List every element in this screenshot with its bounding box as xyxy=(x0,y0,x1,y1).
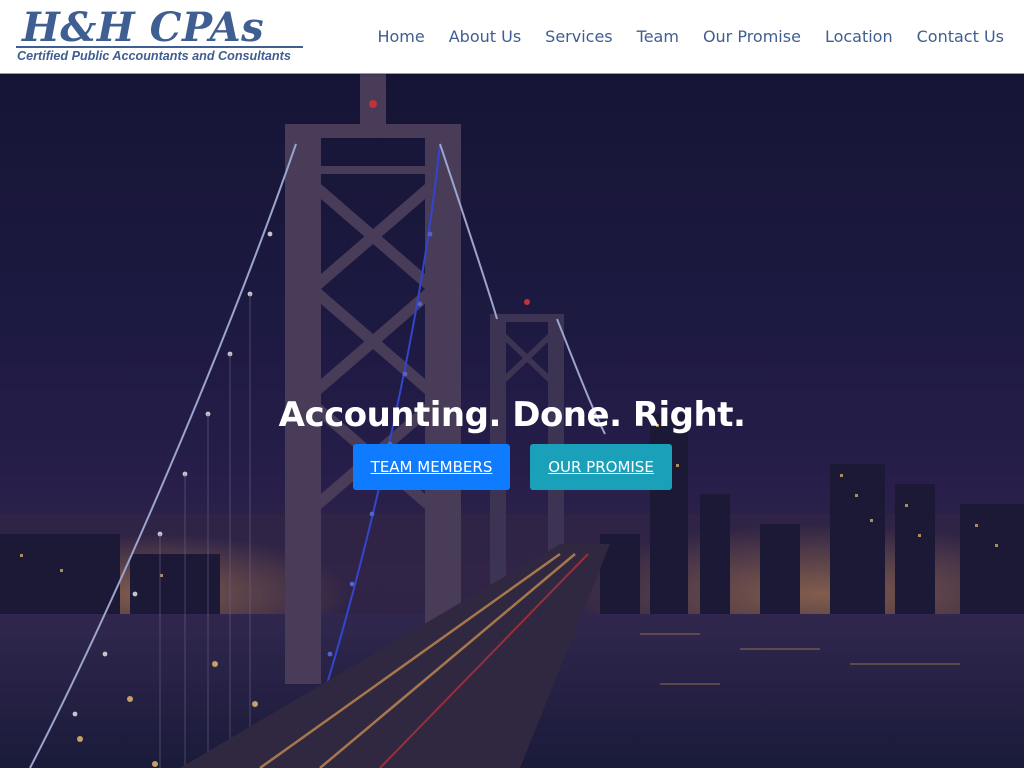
logo-subtitle: Certified Public Accountants and Consult… xyxy=(17,49,291,63)
hero: Accounting. Done. Right. TEAM MEMBERS OU… xyxy=(0,74,1024,768)
main-nav: Home About Us Services Team Our Promise … xyxy=(377,0,1004,73)
logo[interactable]: H&H CPAs Certified Public Accountants an… xyxy=(16,4,306,68)
site-header: H&H CPAs Certified Public Accountants an… xyxy=(0,0,1024,74)
logo-title: H&H CPAs xyxy=(22,4,265,51)
nav-our-promise[interactable]: Our Promise xyxy=(703,27,801,46)
nav-home[interactable]: Home xyxy=(377,27,424,46)
nav-about-us[interactable]: About Us xyxy=(449,27,521,46)
nav-services[interactable]: Services xyxy=(545,27,612,46)
team-members-button[interactable]: TEAM MEMBERS xyxy=(353,444,510,490)
our-promise-button[interactable]: OUR PROMISE xyxy=(530,444,672,490)
nav-contact-us[interactable]: Contact Us xyxy=(917,27,1004,46)
logo-rule xyxy=(16,46,303,48)
nav-location[interactable]: Location xyxy=(825,27,893,46)
hero-headline: Accounting. Done. Right. xyxy=(278,394,746,435)
nav-team[interactable]: Team xyxy=(637,27,679,46)
